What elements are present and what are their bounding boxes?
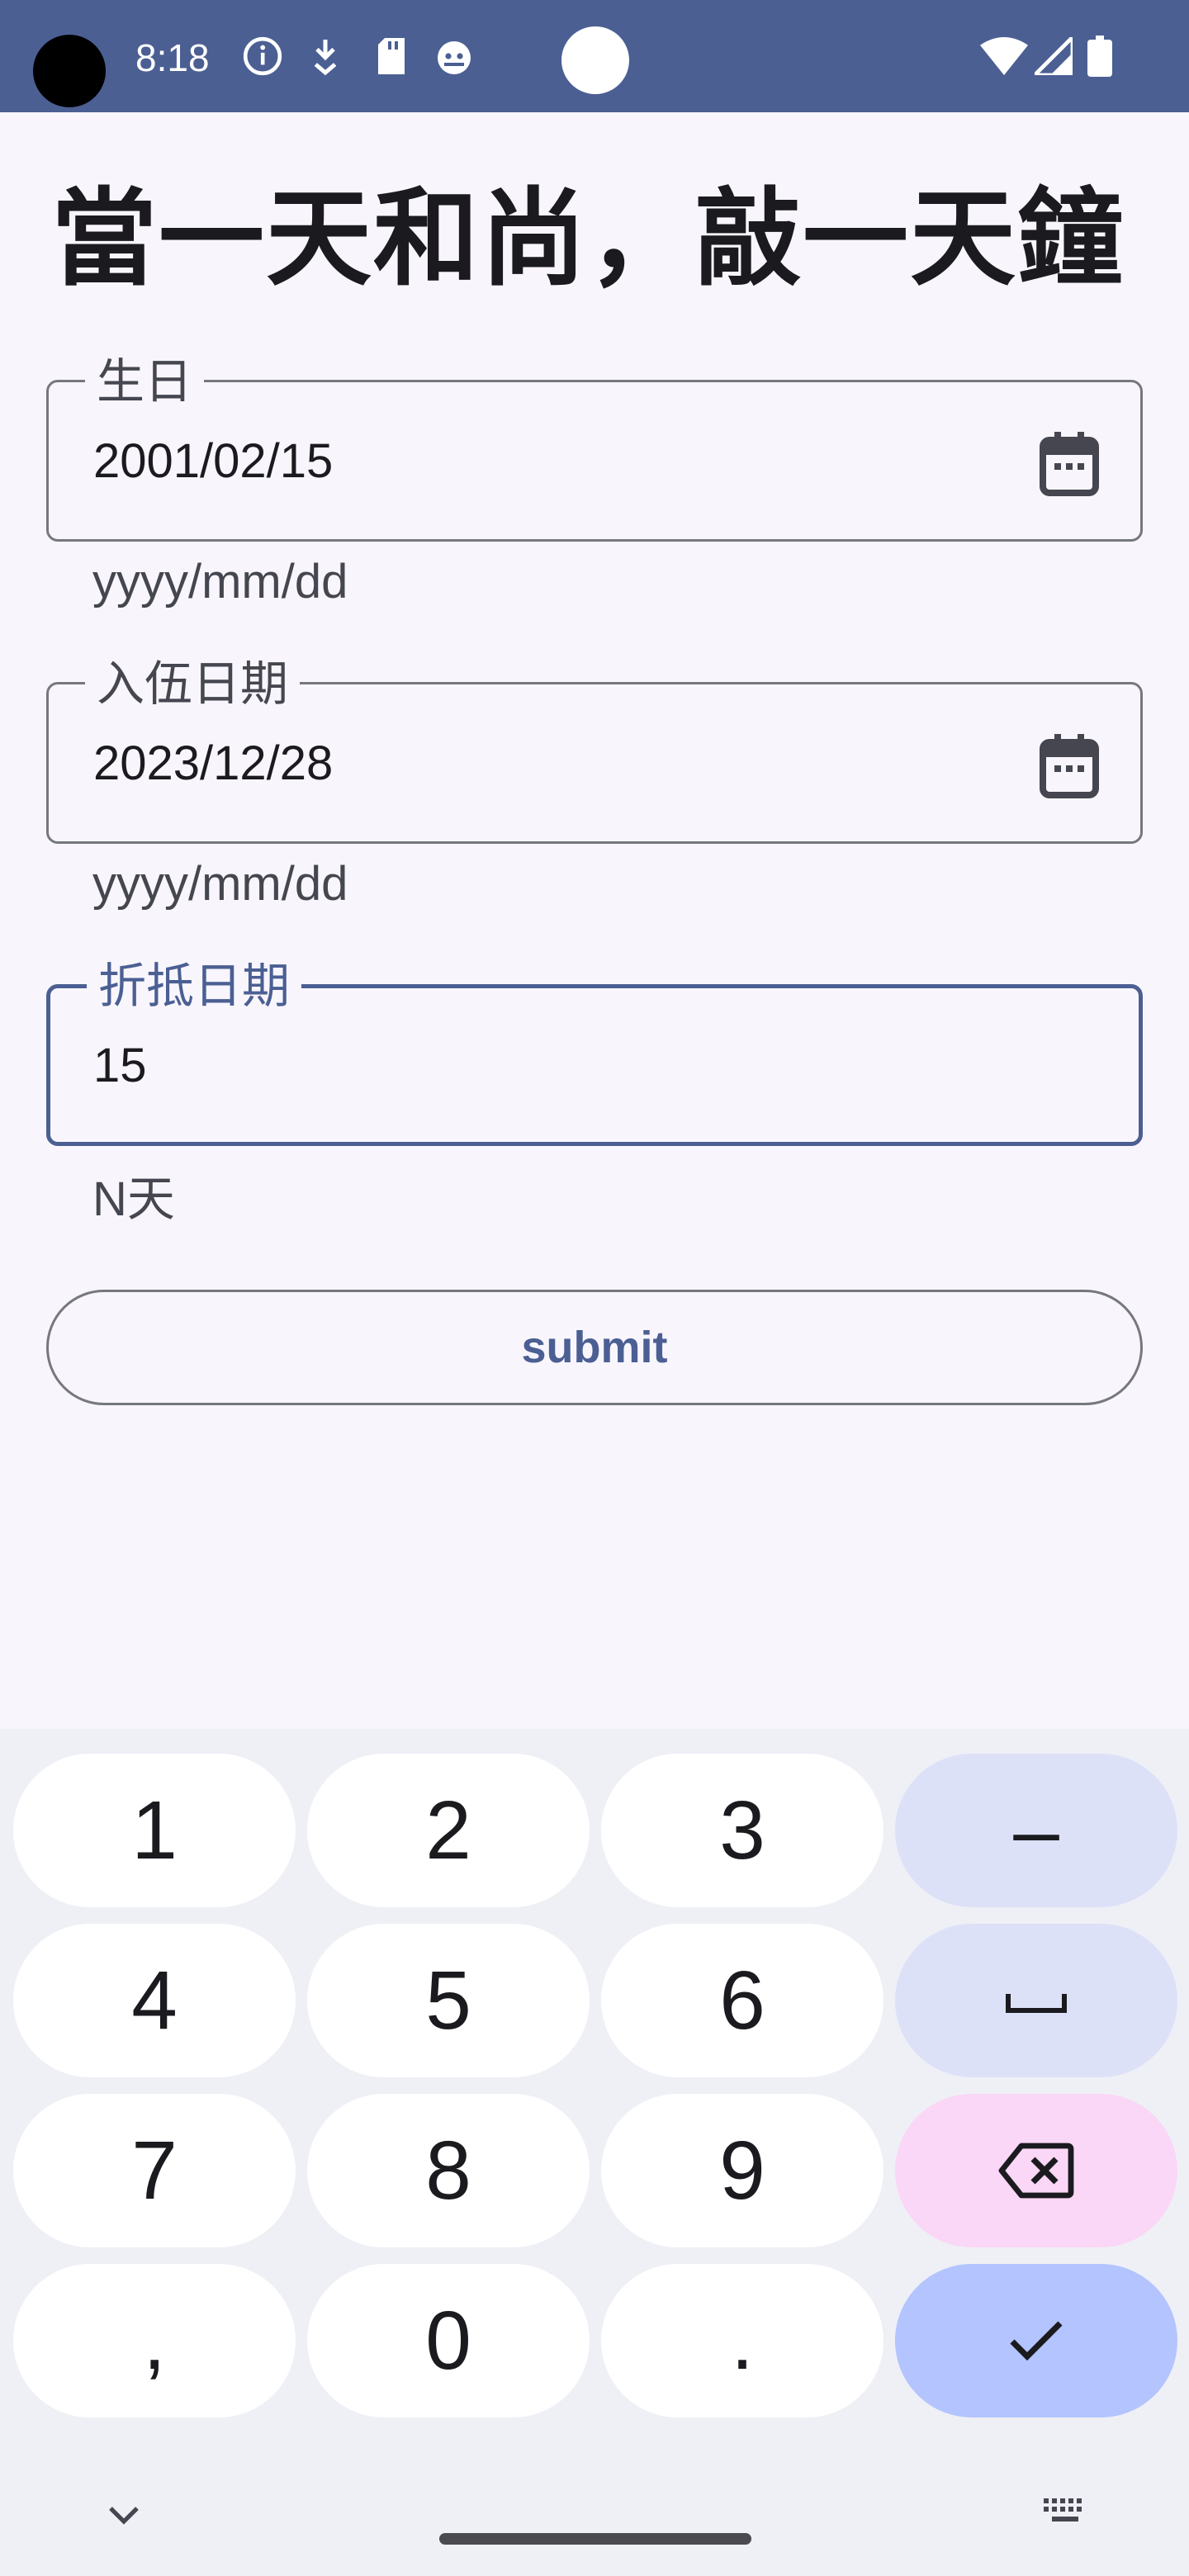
key-9[interactable]: 9 [601, 2094, 883, 2247]
signal-icon [1030, 33, 1077, 79]
notification-dot [561, 26, 629, 94]
gesture-nav-handle[interactable] [439, 2533, 751, 2545]
key-2[interactable]: 2 [307, 1754, 590, 1907]
info-icon [239, 33, 286, 79]
calendar-icon[interactable] [1038, 430, 1101, 496]
key-8[interactable]: 8 [307, 2094, 590, 2247]
wifi-icon [979, 33, 1029, 79]
offset-days-label: 折抵日期 [87, 957, 302, 1015]
key-1[interactable]: 1 [13, 1754, 296, 1907]
calendar-icon[interactable] [1038, 732, 1101, 798]
key-confirm[interactable] [895, 2264, 1177, 2417]
key-3[interactable]: 3 [601, 1754, 883, 1907]
enlist-date-helper: yyyy/mm/dd [92, 857, 348, 911]
battery-icon [1077, 33, 1123, 79]
offset-days-helper: N天 [92, 1172, 175, 1226]
offset-days-field[interactable]: 折抵日期 15 [46, 957, 1143, 1146]
status-time: 8:18 [135, 36, 210, 79]
sd-card-icon [368, 33, 414, 79]
page-title: 當一天和尚，敲一天鐘 [51, 178, 1125, 301]
birthday-field[interactable]: 生日 2001/02/15 [46, 353, 1143, 542]
backspace-icon [998, 2143, 1074, 2199]
birthday-value[interactable]: 2001/02/15 [93, 430, 333, 493]
key-5[interactable]: 5 [307, 1924, 590, 2077]
submit-button[interactable]: submit [46, 1290, 1143, 1405]
key-0[interactable]: 0 [307, 2264, 590, 2417]
chevron-down-icon[interactable] [94, 2492, 154, 2538]
key-4[interactable]: 4 [13, 1924, 296, 2077]
key-space[interactable] [895, 1924, 1177, 2077]
key-backspace[interactable] [895, 2094, 1177, 2247]
key-period[interactable]: . [601, 2264, 883, 2417]
birthday-label: 生日 [85, 353, 205, 410]
app-screen: 8:18 當一天和尚，敲一天鐘 生日 2001/02/15 yyyy/mm/dd… [0, 0, 1189, 2576]
numeric-keyboard: 1 2 3 – 4 5 6 7 8 9 , 0 . [0, 1729, 1189, 2576]
birthday-helper: yyyy/mm/dd [92, 555, 348, 608]
keyboard-icon[interactable] [1035, 2488, 1095, 2535]
download-icon [302, 33, 348, 79]
status-bar: 8:18 [0, 0, 1189, 112]
key-minus[interactable]: – [895, 1754, 1177, 1907]
key-comma[interactable]: , [13, 2264, 296, 2417]
camera-cutout [33, 35, 106, 107]
key-6[interactable]: 6 [601, 1924, 883, 2077]
offset-days-input[interactable]: 15 [93, 1035, 147, 1097]
enlist-date-label: 入伍日期 [85, 655, 301, 713]
enlist-date-field[interactable]: 入伍日期 2023/12/28 [46, 655, 1143, 844]
space-icon [1006, 1994, 1067, 2013]
check-icon [1010, 2321, 1063, 2361]
android-debug-icon [431, 33, 477, 79]
key-7[interactable]: 7 [13, 2094, 296, 2247]
enlist-date-value[interactable]: 2023/12/28 [93, 732, 333, 795]
